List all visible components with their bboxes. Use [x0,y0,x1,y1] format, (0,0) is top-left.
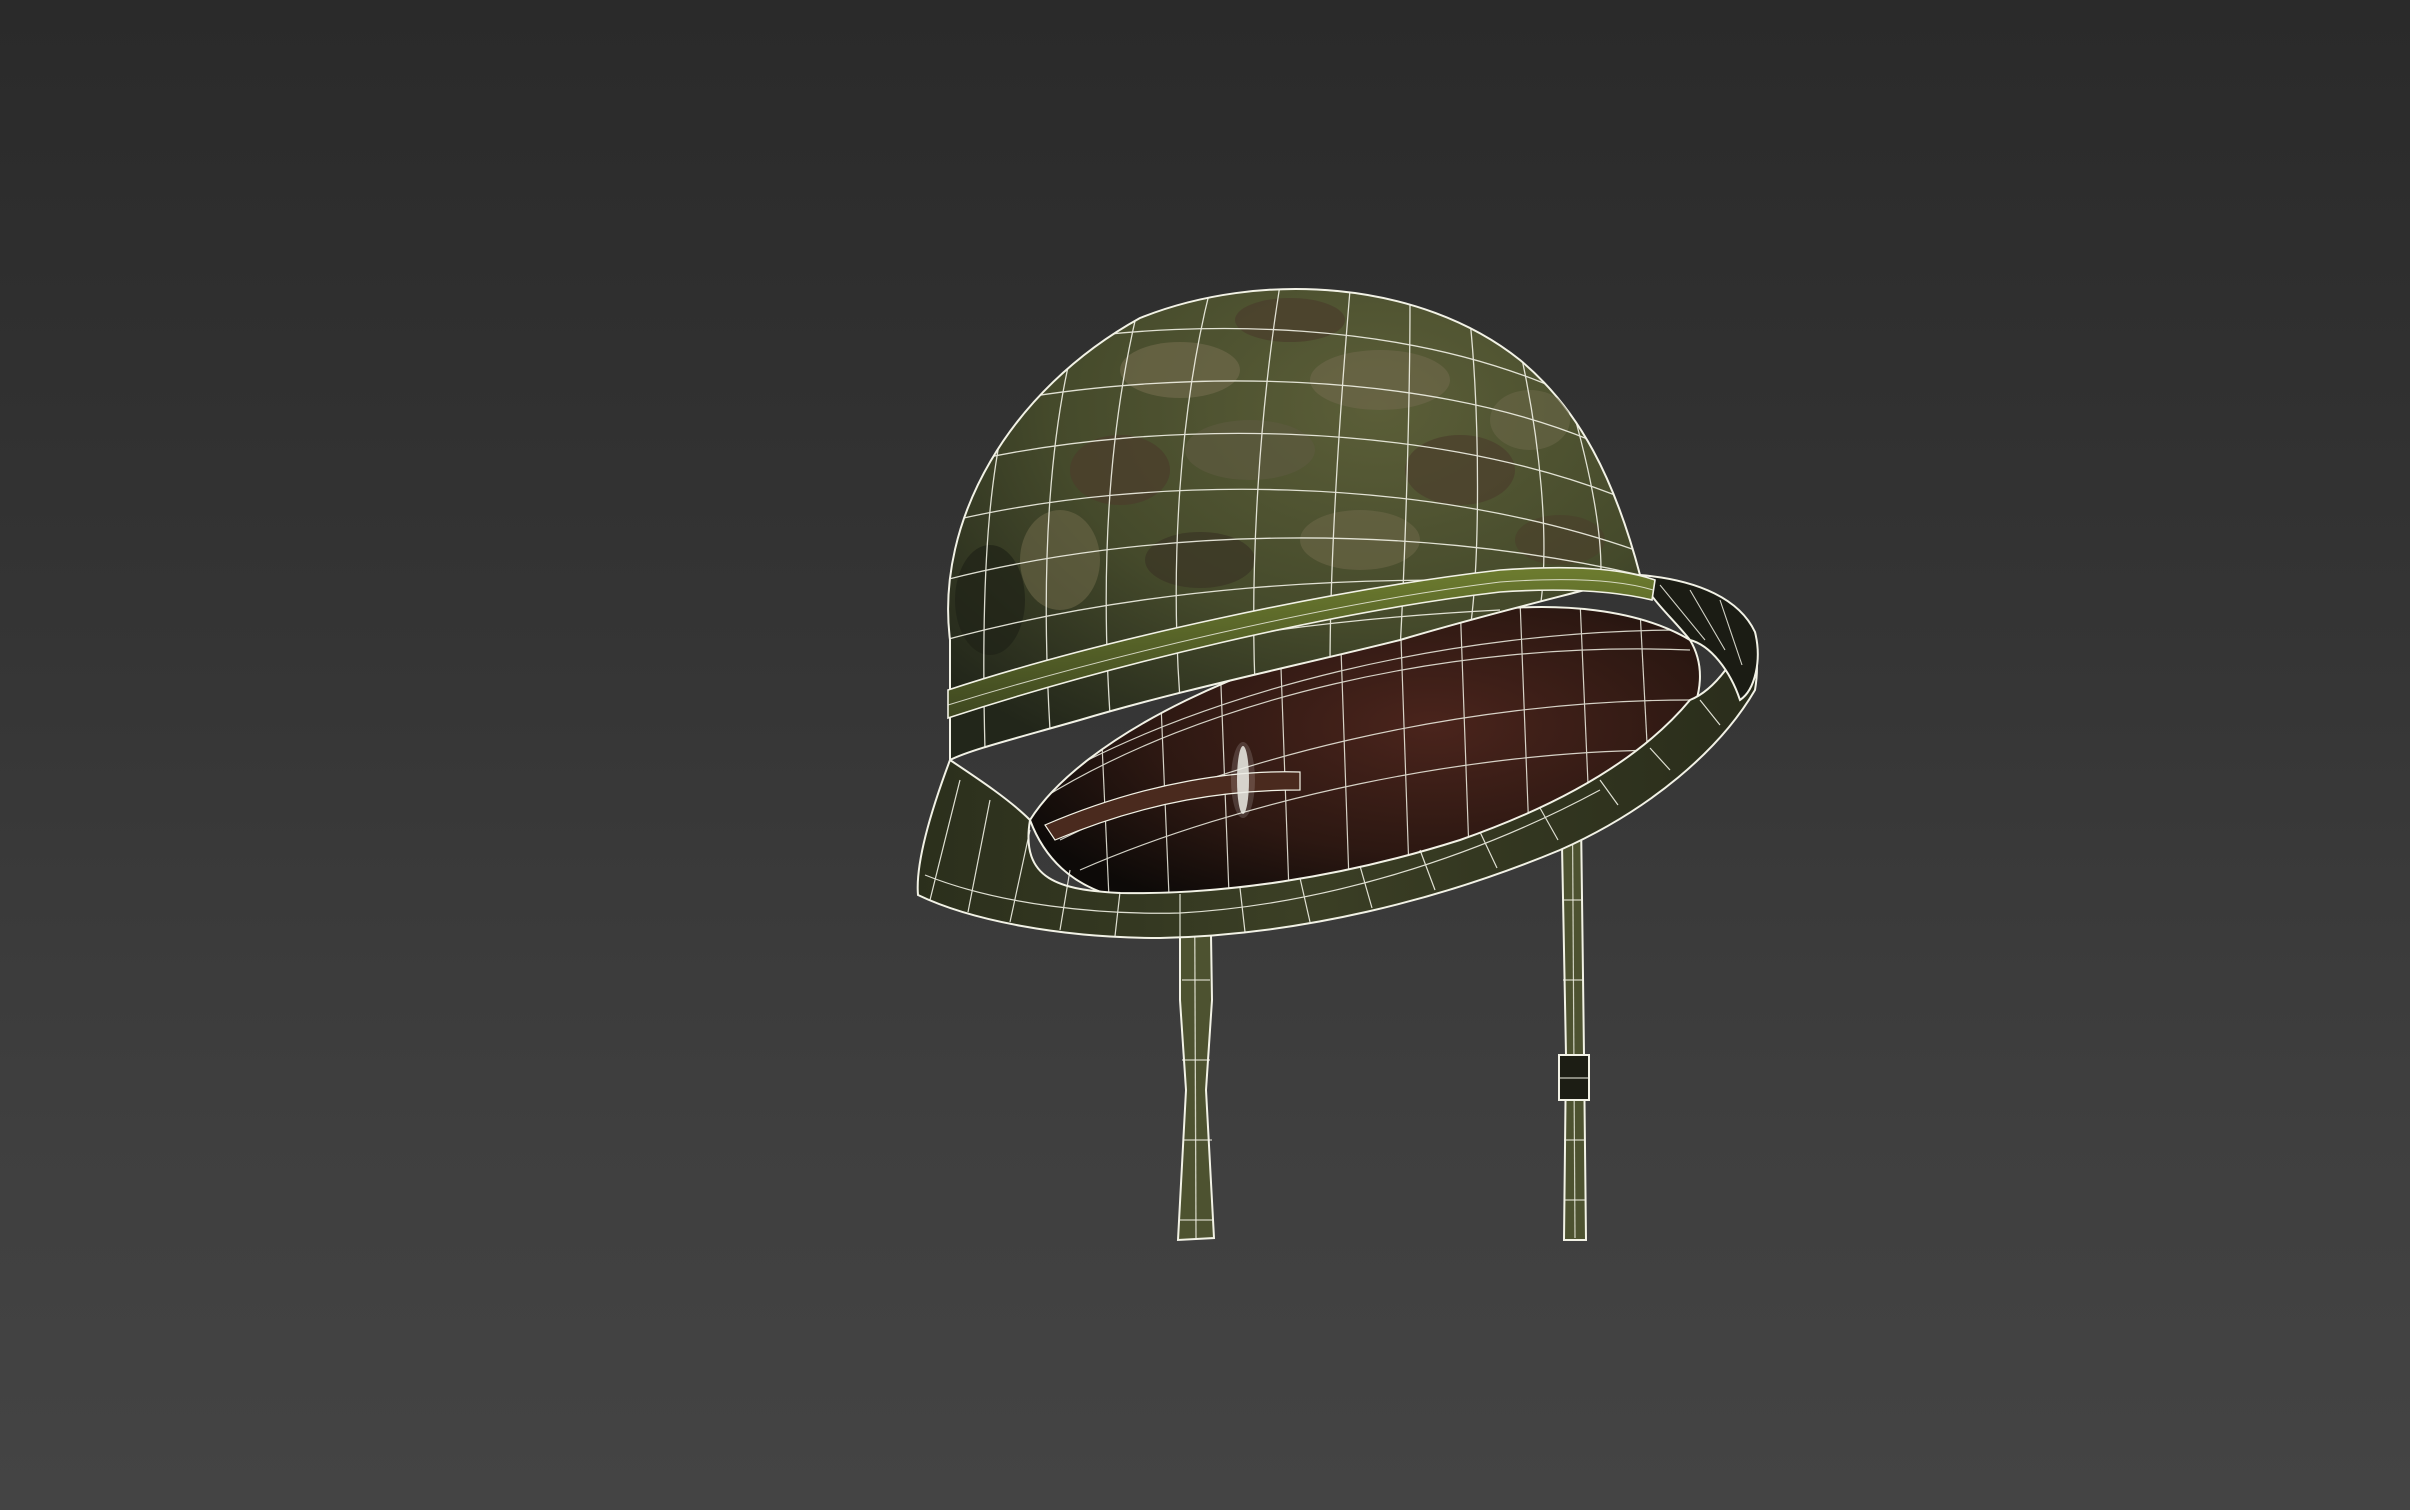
3d-viewport[interactable] [0,0,2410,1510]
scene-canvas[interactable] [0,0,2410,1510]
strap-buckle[interactable] [1558,1054,1590,1101]
